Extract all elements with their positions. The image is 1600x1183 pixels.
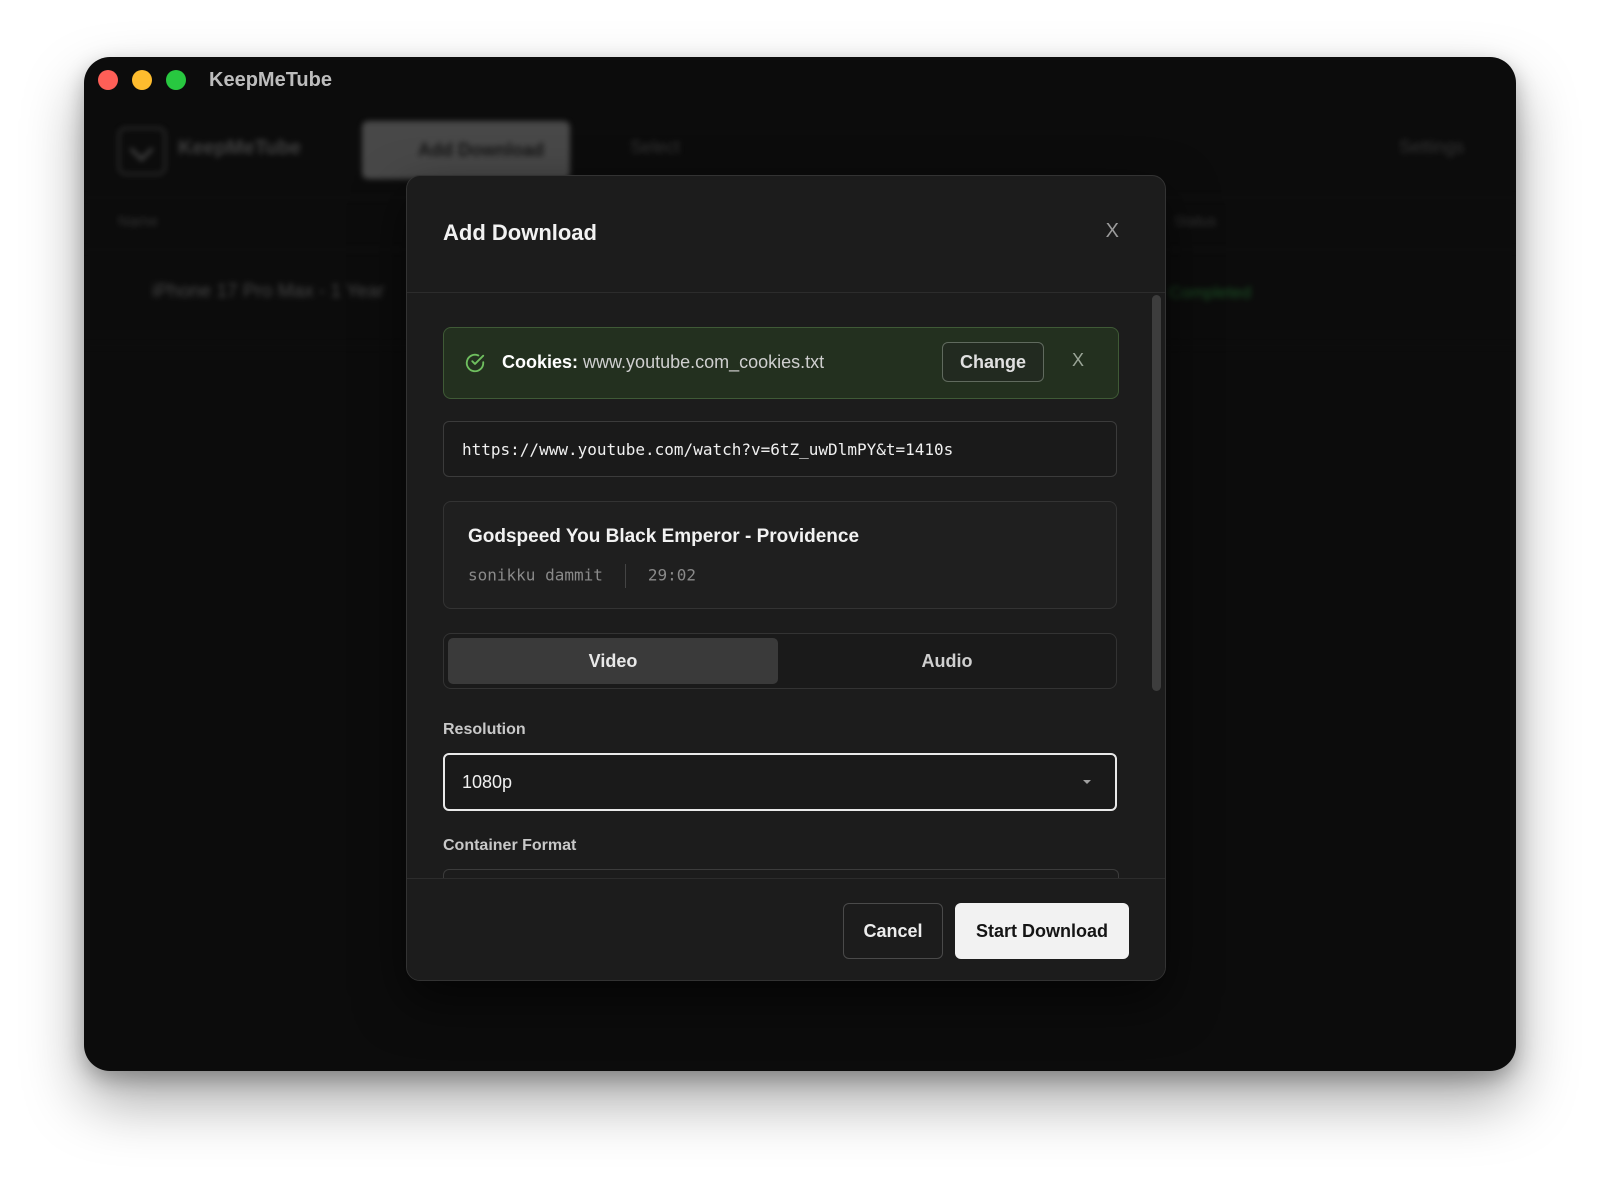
change-cookies-button[interactable]: Change	[942, 342, 1044, 382]
dialog-footer: Cancel Start Download	[407, 878, 1165, 980]
app-logo-icon	[118, 127, 166, 175]
container-format-label: Container Format	[443, 837, 577, 854]
add-download-button: Add Download	[362, 121, 570, 179]
close-window-button[interactable]	[98, 70, 118, 90]
cookies-text: Cookies: www.youtube.com_cookies.txt	[502, 352, 824, 373]
title-bar: KeepMeTube	[84, 57, 1516, 105]
meta-divider	[624, 564, 626, 588]
column-status: Status	[1174, 213, 1217, 230]
settings-button: Settings	[1398, 137, 1464, 157]
tab-audio[interactable]: Audio	[782, 638, 1112, 684]
dialog-header: Add Download X	[407, 176, 1165, 293]
tab-video[interactable]: Video	[448, 638, 778, 684]
check-circle-icon	[465, 353, 485, 373]
row-title: iPhone 17 Pro Max - 1 Year	[152, 281, 385, 302]
start-download-button[interactable]: Start Download	[955, 903, 1129, 959]
dialog-title: Add Download	[443, 220, 597, 245]
app-window: KeepMeTube KeepMeTube Add Download Selec…	[84, 57, 1516, 1071]
cancel-button[interactable]: Cancel	[843, 903, 943, 959]
dialog-scrollbar[interactable]	[1152, 295, 1161, 691]
row-status: Completed	[1169, 283, 1252, 302]
cookies-filename: www.youtube.com_cookies.txt	[583, 352, 825, 372]
video-meta: sonikku dammit 29:02	[468, 564, 696, 588]
url-input[interactable]: https://www.youtube.com/watch?v=6tZ_uwDl…	[443, 421, 1117, 477]
video-title: Godspeed You Black Emperor - Providence	[468, 526, 860, 547]
column-name: Name	[118, 213, 159, 230]
video-info-card: Godspeed You Black Emperor - Providence …	[443, 501, 1117, 609]
remove-cookies-button[interactable]: X	[1072, 350, 1084, 371]
resolution-label: Resolution	[443, 721, 526, 738]
zoom-window-button[interactable]	[166, 70, 186, 90]
video-channel: sonikku dammit	[468, 565, 603, 585]
select-button: Select	[630, 137, 681, 157]
cookies-banner: Cookies: www.youtube.com_cookies.txt Cha…	[443, 327, 1119, 399]
chevron-down-icon	[1083, 780, 1091, 784]
cookies-label: Cookies:	[502, 352, 579, 372]
toolbar-app-name: KeepMeTube	[178, 137, 301, 159]
media-type-toggle: Video Audio	[443, 633, 1117, 689]
minimize-window-button[interactable]	[132, 70, 152, 90]
dialog-close-button[interactable]: X	[1106, 220, 1119, 243]
resolution-select[interactable]: 1080p	[443, 753, 1117, 811]
dialog-body: Cookies: www.youtube.com_cookies.txt Cha…	[407, 293, 1165, 879]
window-title: KeepMeTube	[209, 69, 332, 91]
resolution-value: 1080p	[462, 772, 513, 792]
video-duration: 29:02	[647, 565, 697, 585]
add-download-dialog: Add Download X Cookies: www.youtube.com_…	[406, 175, 1166, 981]
